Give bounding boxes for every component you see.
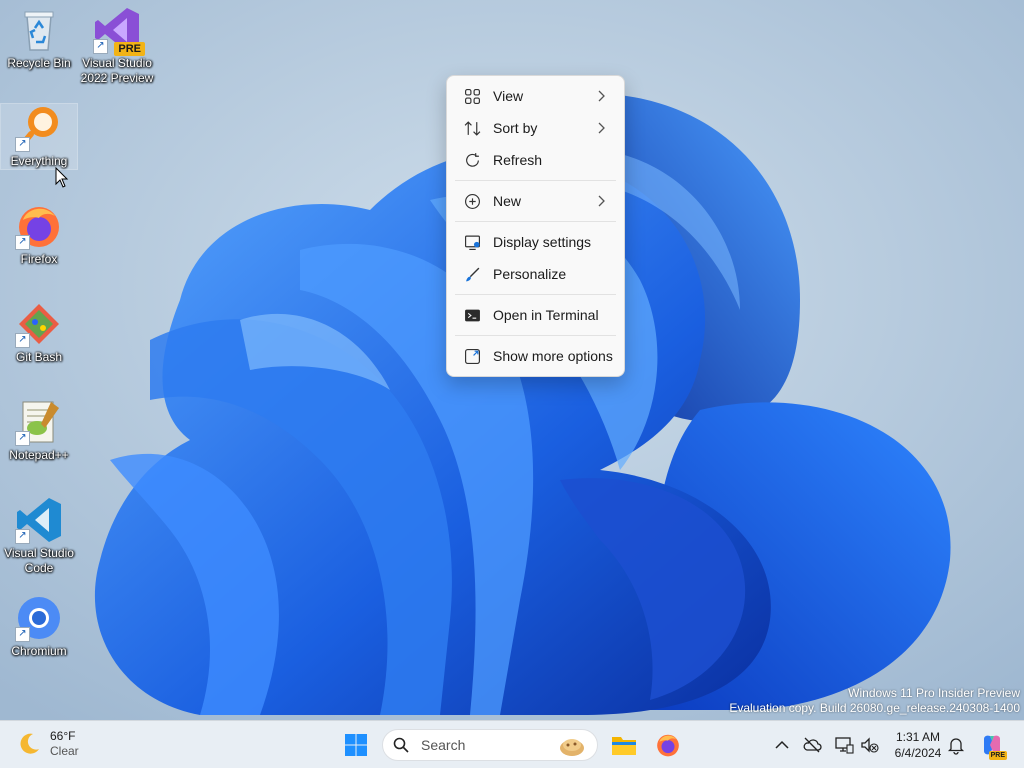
plus-circle-icon	[463, 192, 481, 210]
clock-date: 6/4/2024	[894, 746, 942, 760]
desktop-icon-git-bash[interactable]: ↗ Git Bash	[1, 300, 77, 365]
watermark-line-build: Evaluation copy. Build 26080.ge_release.…	[729, 701, 1020, 715]
menu-item-refresh[interactable]: Refresh	[451, 144, 620, 176]
terminal-icon	[463, 306, 481, 324]
shortcut-arrow-icon: ↗	[15, 235, 30, 250]
desktop-icon-everything[interactable]: ↗ Everything	[0, 103, 78, 170]
taskbar-firefox[interactable]	[652, 729, 684, 761]
menu-item-open-in-terminal[interactable]: Open in Terminal	[451, 299, 620, 331]
onedrive-icon[interactable]	[802, 735, 822, 755]
menu-item-new[interactable]: New	[451, 185, 620, 217]
recycle-bin-icon	[15, 6, 63, 54]
chevron-right-icon	[598, 90, 605, 102]
desktop-icon-visual-studio[interactable]: ↗ PRE Visual Studio 2022 Preview	[79, 6, 155, 86]
menu-item-label: New	[493, 193, 522, 209]
desktop-icon-label: Visual Studio Code	[4, 546, 74, 575]
menu-item-sort-by[interactable]: Sort by	[451, 112, 620, 144]
vscode-icon: ↗	[15, 496, 63, 544]
menu-item-view[interactable]: View	[451, 80, 620, 112]
menu-item-label: Show more options	[493, 348, 613, 364]
desktop-icon-recycle-bin[interactable]: Recycle Bin	[1, 6, 77, 71]
shortcut-arrow-icon: ↗	[15, 333, 30, 348]
preview-badge: PRE	[114, 42, 145, 56]
taskbar: 66°F Clear Search 1:31 AM 6/4/2024 PRE	[0, 720, 1024, 768]
taskbar-search-box[interactable]	[382, 729, 598, 761]
copilot-button[interactable]: PRE	[980, 733, 1007, 760]
menu-separator	[455, 294, 616, 295]
desktop-icon-label: Recycle Bin	[7, 56, 71, 70]
taskbar-file-explorer[interactable]	[608, 729, 640, 761]
chevron-right-icon	[598, 122, 605, 134]
menu-item-label: Refresh	[493, 152, 543, 168]
shortcut-arrow-icon: ↗	[93, 39, 108, 54]
watermark-line-edition: Windows 11 Pro Insider Preview	[848, 686, 1020, 700]
brush-icon	[463, 265, 481, 283]
visual-studio-icon: ↗ PRE	[93, 6, 145, 56]
chromium-icon: ↗	[15, 594, 63, 642]
menu-item-label: Sort by	[493, 120, 538, 136]
shortcut-arrow-icon: ↗	[15, 137, 30, 152]
menu-item-show-more-options[interactable]: Show more options	[451, 340, 620, 372]
notepadpp-icon: ↗	[15, 398, 63, 446]
chevron-up-icon[interactable]	[772, 735, 792, 755]
shortcut-arrow-icon: ↗	[15, 627, 30, 642]
everything-search-icon: ↗	[15, 104, 63, 152]
git-bash-icon: ↗	[15, 300, 63, 348]
refresh-icon	[463, 151, 481, 169]
desktop-icon-firefox[interactable]: ↗ Firefox	[1, 202, 77, 267]
search-icon	[393, 737, 409, 753]
menu-separator	[455, 335, 616, 336]
desktop-icon-label: Notepad++	[9, 448, 69, 462]
desktop-icon-chromium[interactable]: ↗ Chromium	[1, 594, 77, 659]
display-icon	[463, 233, 481, 251]
grid-view-icon	[463, 87, 481, 105]
desktop-icon-label: Git Bash	[15, 350, 63, 364]
menu-separator	[455, 221, 616, 222]
file-explorer-icon	[612, 737, 636, 755]
weather-temperature: 66°F	[50, 729, 76, 743]
sort-icon	[463, 119, 481, 137]
volume-muted-icon[interactable]	[860, 735, 880, 755]
menu-item-personalize[interactable]: Personalize	[451, 258, 620, 290]
weather-condition: Clear	[50, 744, 79, 758]
desktop-icon-notepadpp[interactable]: ↗ Notepad++	[1, 398, 77, 463]
desktop-context-menu: View Sort by Refresh New Display setting…	[446, 75, 625, 377]
menu-item-label: View	[493, 88, 524, 104]
moon-icon	[20, 733, 39, 754]
menu-separator	[455, 180, 616, 181]
menu-item-label: Personalize	[493, 266, 567, 282]
weather-widget[interactable]: 66°F Clear	[16, 729, 79, 759]
desktop-icon-label: Firefox	[20, 252, 58, 266]
desktop-icon-label: Visual Studio 2022 Preview	[80, 56, 154, 85]
search-input[interactable]	[419, 736, 553, 754]
mouse-cursor-icon	[55, 167, 69, 188]
evaluation-watermark: Windows 11 Pro Insider Preview Evaluatio…	[729, 686, 1020, 716]
menu-item-display-settings[interactable]: Display settings	[451, 226, 620, 258]
firefox-icon	[657, 734, 679, 757]
copilot-preview-badge: PRE	[988, 751, 1007, 760]
menu-item-label: Open in Terminal	[493, 307, 599, 323]
chevron-right-icon	[598, 195, 605, 207]
desktop[interactable]: Recycle Bin ↗ PRE Visual Studio 2022 Pre…	[0, 0, 1024, 768]
taskbar-clock[interactable]: 1:31 AM 6/4/2024	[886, 729, 950, 761]
desktop-icon-label: Chromium	[11, 644, 67, 658]
network-icon[interactable]	[834, 735, 854, 755]
clock-time: 1:31 AM	[895, 730, 941, 744]
search-highlight-icon	[560, 739, 584, 756]
start-button[interactable]	[340, 729, 372, 761]
start-icon	[345, 734, 367, 756]
shortcut-arrow-icon: ↗	[15, 431, 30, 446]
desktop-icon-vscode[interactable]: ↗ Visual Studio Code	[1, 496, 77, 576]
menu-item-label: Display settings	[493, 234, 592, 250]
shortcut-arrow-icon: ↗	[15, 529, 30, 544]
firefox-icon: ↗	[15, 202, 63, 250]
notification-bell-icon[interactable]	[946, 735, 966, 755]
expand-icon	[463, 347, 481, 365]
